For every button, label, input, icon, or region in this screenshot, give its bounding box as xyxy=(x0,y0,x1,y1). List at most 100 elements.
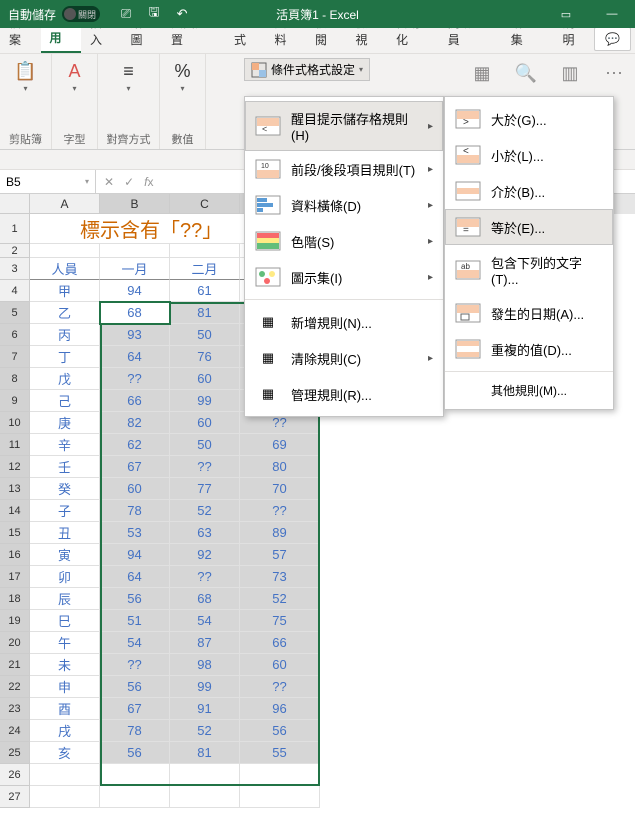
row-header[interactable]: 17 xyxy=(0,566,30,588)
menu-more-rules[interactable]: 其他規則(M)... xyxy=(445,376,613,405)
cell[interactable]: 壬 xyxy=(30,456,100,478)
cell[interactable]: 64 xyxy=(100,346,170,368)
menu-duplicate-values[interactable]: 重複的值(D)... xyxy=(445,331,613,367)
cell[interactable]: 92 xyxy=(170,544,240,566)
cell[interactable]: 52 xyxy=(240,588,320,610)
cell[interactable]: 甲 xyxy=(30,280,100,302)
row-header[interactable]: 24 xyxy=(0,720,30,742)
cell[interactable]: ?? xyxy=(100,368,170,390)
menu-clear-rules[interactable]: ▦ 清除規則(C) ▸ xyxy=(245,340,443,376)
cell[interactable]: 81 xyxy=(170,742,240,764)
cell[interactable]: 81 xyxy=(170,302,240,324)
cell[interactable]: 87 xyxy=(170,632,240,654)
cell[interactable]: 67 xyxy=(100,698,170,720)
cell[interactable]: 98 xyxy=(170,654,240,676)
cell[interactable]: 68 xyxy=(100,302,170,324)
row-header[interactable]: 8 xyxy=(0,368,30,390)
cell[interactable] xyxy=(30,786,100,808)
cell[interactable] xyxy=(170,244,240,258)
toggle-switch[interactable]: 關閉 xyxy=(62,6,100,22)
cell[interactable]: 56 xyxy=(100,676,170,698)
row-header[interactable]: 22 xyxy=(0,676,30,698)
format-table-button[interactable]: ▦ xyxy=(467,60,497,86)
row-header[interactable]: 20 xyxy=(0,632,30,654)
cell[interactable]: 庚 xyxy=(30,412,100,434)
cell[interactable]: 66 xyxy=(240,632,320,654)
cancel-icon[interactable]: ✕ xyxy=(104,175,114,189)
font-button[interactable]: A ▾ xyxy=(60,58,90,95)
cell[interactable]: 54 xyxy=(100,632,170,654)
cell[interactable]: 亥 xyxy=(30,742,100,764)
cell[interactable]: 56 xyxy=(240,720,320,742)
cell[interactable] xyxy=(100,764,170,786)
cell[interactable]: ?? xyxy=(170,456,240,478)
cell[interactable]: 94 xyxy=(100,544,170,566)
minimize-icon[interactable]: — xyxy=(589,0,635,28)
cell[interactable]: 54 xyxy=(170,610,240,632)
fx-icon[interactable]: fx xyxy=(144,175,153,189)
name-box[interactable]: B5 ▾ xyxy=(0,170,96,193)
cell[interactable]: 60 xyxy=(240,654,320,676)
row-header[interactable]: 10 xyxy=(0,412,30,434)
cell[interactable]: 申 xyxy=(30,676,100,698)
row-header[interactable]: 23 xyxy=(0,698,30,720)
cell[interactable]: 67 xyxy=(100,456,170,478)
cell[interactable]: 56 xyxy=(100,588,170,610)
row-header[interactable]: 12 xyxy=(0,456,30,478)
menu-top-bottom[interactable]: 10 前段/後段項目規則(T) ▸ xyxy=(245,151,443,187)
menu-equal-to[interactable]: = 等於(E)... xyxy=(445,209,613,245)
row-header[interactable]: 25 xyxy=(0,742,30,764)
paste-button[interactable]: 📋 ▾ xyxy=(11,58,41,95)
cell[interactable]: ?? xyxy=(240,500,320,522)
row-header[interactable]: 7 xyxy=(0,346,30,368)
cell[interactable]: 己 xyxy=(30,390,100,412)
cell[interactable]: ?? xyxy=(240,676,320,698)
cell[interactable]: 61 xyxy=(170,280,240,302)
cell[interactable]: 卯 xyxy=(30,566,100,588)
cell[interactable]: 78 xyxy=(100,500,170,522)
cell[interactable]: 丙 xyxy=(30,324,100,346)
cell[interactable]: 戊 xyxy=(30,368,100,390)
cell[interactable]: 69 xyxy=(240,434,320,456)
cell[interactable]: 二月 xyxy=(170,258,240,280)
cell[interactable]: 癸 xyxy=(30,478,100,500)
cell[interactable]: 60 xyxy=(100,478,170,500)
cell[interactable]: 52 xyxy=(170,720,240,742)
cell[interactable]: 99 xyxy=(170,390,240,412)
cell[interactable]: 77 xyxy=(170,478,240,500)
comments-button[interactable]: 💬 xyxy=(594,27,631,51)
addins-button[interactable]: ▥ xyxy=(555,60,585,86)
cell[interactable] xyxy=(240,786,320,808)
cell[interactable]: 56 xyxy=(100,742,170,764)
menu-text-contains[interactable]: ab 包含下列的文字(T)... xyxy=(445,245,613,295)
menu-between[interactable]: 介於(B)... xyxy=(445,173,613,209)
cell[interactable]: 未 xyxy=(30,654,100,676)
cell[interactable]: 55 xyxy=(240,742,320,764)
row-header[interactable]: 16 xyxy=(0,544,30,566)
cell[interactable]: 60 xyxy=(170,368,240,390)
row-header[interactable]: 13 xyxy=(0,478,30,500)
row-header[interactable]: 18 xyxy=(0,588,30,610)
enter-icon[interactable]: ✓ xyxy=(124,175,134,189)
menu-new-rule[interactable]: ▦ 新增規則(N)... xyxy=(245,304,443,340)
row-header[interactable]: 15 xyxy=(0,522,30,544)
cell[interactable]: 94 xyxy=(100,280,170,302)
col-header-b[interactable]: B xyxy=(100,194,170,214)
cell[interactable]: 78 xyxy=(100,720,170,742)
row-header[interactable]: 6 xyxy=(0,324,30,346)
menu-color-scales[interactable]: 色階(S) ▸ xyxy=(245,223,443,259)
undo-icon[interactable]: ↶ xyxy=(174,6,190,22)
camera-icon[interactable]: ⎚ xyxy=(118,6,134,22)
cell[interactable]: 53 xyxy=(100,522,170,544)
cell[interactable]: 辰 xyxy=(30,588,100,610)
conditional-formatting-button[interactable]: 條件式格式設定 ▾ xyxy=(244,58,370,81)
cell[interactable]: 寅 xyxy=(30,544,100,566)
cell[interactable]: 辛 xyxy=(30,434,100,456)
cell[interactable]: 93 xyxy=(100,324,170,346)
cell[interactable]: 人員 xyxy=(30,258,100,280)
select-all-corner[interactable] xyxy=(0,194,30,214)
cell[interactable]: ?? xyxy=(100,654,170,676)
cell[interactable]: ?? xyxy=(170,566,240,588)
cell[interactable]: 63 xyxy=(170,522,240,544)
menu-icon-sets[interactable]: 圖示集(I) ▸ xyxy=(245,259,443,295)
